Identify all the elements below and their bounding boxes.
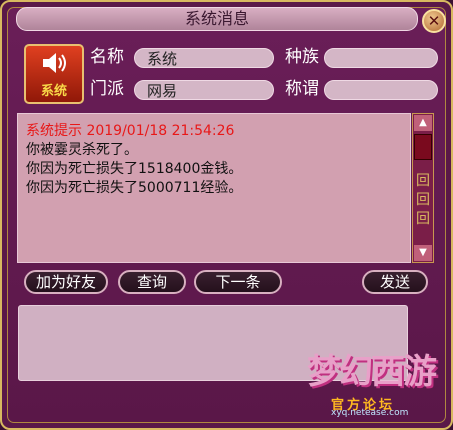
query-button[interactable]: 查询 [118,270,186,294]
name-label: 名称 [90,47,124,67]
title-field [324,80,438,100]
message-line: 你因为死亡损失了1518400金钱。 [26,161,243,177]
speaker-icon [43,53,66,73]
title-label: 称谓 [285,79,319,99]
logo-text: 梦幻西游 [307,352,437,392]
avatar: 系统 [24,44,84,104]
race-label: 种族 [285,47,319,67]
next-message-button[interactable]: 下一条 [194,270,282,294]
window-title: 系统消息 [184,9,249,28]
chevron-down-icon: ▼ [419,247,427,258]
close-icon: ✕ [427,12,441,30]
name-field: 系统 [134,48,274,68]
chevron-up-icon: ▲ [419,117,427,128]
send-button[interactable]: 发送 [362,270,428,294]
message-header: 系统提示 2019/01/18 21:54:26 [26,123,235,139]
scroll-up-button[interactable]: ▲ [414,115,432,131]
close-button[interactable]: ✕ [422,9,446,33]
watermark-logo: 梦幻西游 官方论坛 xyq.netease.com [307,342,447,422]
faction-label: 门派 [90,79,124,99]
title-bar[interactable]: 系统消息 [16,7,418,31]
message-text: 系统提示 2019/01/18 21:54:26 你被霎灵杀死了。 你因为死亡损… [26,122,411,198]
race-field [324,48,438,68]
scrollbar-ornament: 回回回 [416,173,430,227]
message-line: 你因为死亡损失了5000711经验。 [26,180,243,196]
message-scrollbar[interactable]: ▲ 回回回 ▼ [412,113,434,263]
scroll-thumb[interactable] [414,134,432,160]
message-line: 你被霎灵杀死了。 [26,142,138,158]
add-friend-button[interactable]: 加为好友 [24,270,108,294]
system-message-window: 系统消息 ✕ 系统 名称 系统 种族 门派 网易 称谓 系统提示 2019/01… [0,0,453,430]
message-area[interactable]: 系统提示 2019/01/18 21:54:26 你被霎灵杀死了。 你因为死亡损… [17,113,411,263]
logo-url: xyq.netease.com [331,408,409,418]
avatar-label: 系统 [40,84,67,99]
scroll-down-button[interactable]: ▼ [414,245,432,261]
faction-field: 网易 [134,80,274,100]
